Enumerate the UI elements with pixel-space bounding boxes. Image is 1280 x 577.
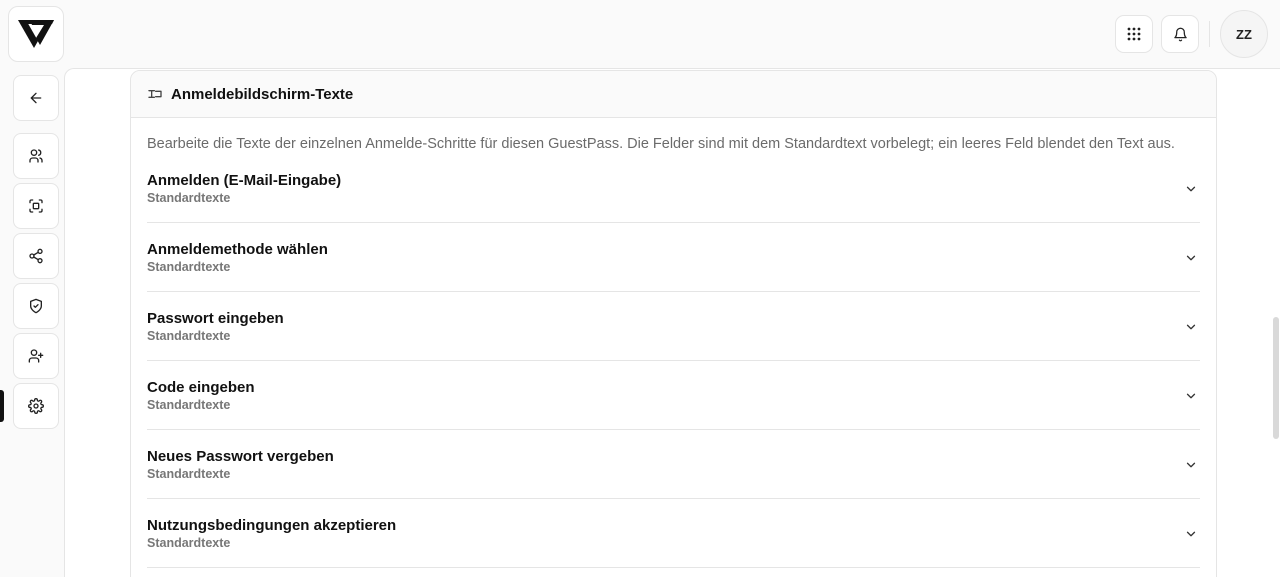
sidebar-item-users[interactable] bbox=[13, 133, 59, 179]
top-actions: ZZ bbox=[1115, 10, 1268, 58]
main-content: Anmeldebildschirm-Texte Bearbeite die Te… bbox=[64, 68, 1280, 577]
back-button[interactable] bbox=[13, 75, 59, 121]
chevron-down-icon[interactable] bbox=[1184, 389, 1198, 403]
gear-icon bbox=[28, 398, 44, 414]
notifications-button[interactable] bbox=[1161, 15, 1199, 53]
section-subtitle: Standardtexte bbox=[147, 191, 231, 205]
section-title: Neues Passwort vergeben bbox=[147, 448, 334, 465]
apps-grid-button[interactable] bbox=[1115, 15, 1153, 53]
text-cursor-icon bbox=[148, 89, 162, 98]
avatar[interactable]: ZZ bbox=[1220, 10, 1268, 58]
section-subtitle: Standardtexte bbox=[147, 260, 231, 274]
sidebar bbox=[0, 68, 64, 577]
grid-icon bbox=[1127, 27, 1141, 41]
section-title: Anmeldemethode wählen bbox=[147, 241, 328, 258]
bell-icon bbox=[1173, 27, 1187, 41]
section-title: Nutzungsbedingungen akzeptieren bbox=[147, 517, 397, 534]
section-login-method[interactable]: Anmeldemethode wählen Standardtexte bbox=[147, 223, 1200, 292]
section-title: Passwort eingeben bbox=[147, 310, 284, 327]
card-header: Anmeldebildschirm-Texte bbox=[131, 71, 1216, 118]
sidebar-item-scan[interactable] bbox=[13, 183, 59, 229]
section-terms[interactable]: Nutzungsbedingungen akzeptieren Standard… bbox=[147, 499, 1200, 568]
card-title: Anmeldebildschirm-Texte bbox=[171, 85, 354, 103]
scan-face-icon bbox=[29, 199, 43, 213]
sidebar-item-security[interactable] bbox=[13, 283, 59, 329]
sidebar-item-invite[interactable] bbox=[13, 333, 59, 379]
section-subtitle: Standardtexte bbox=[147, 329, 231, 343]
section-new-password[interactable]: Neues Passwort vergeben Standardtexte bbox=[147, 430, 1200, 499]
chevron-down-icon[interactable] bbox=[1184, 527, 1198, 541]
section-password[interactable]: Passwort eingeben Standardtexte bbox=[147, 292, 1200, 361]
active-indicator bbox=[0, 390, 4, 422]
section-code[interactable]: Code eingeben Standardtexte bbox=[147, 361, 1200, 430]
card-body: Bearbeite die Texte der einzelnen Anmeld… bbox=[131, 118, 1216, 568]
chevron-down-icon[interactable] bbox=[1184, 182, 1198, 196]
section-subtitle: Standardtexte bbox=[147, 398, 231, 412]
topbar-divider bbox=[1209, 21, 1210, 47]
sidebar-item-share[interactable] bbox=[13, 233, 59, 279]
arrow-left-icon bbox=[30, 92, 42, 104]
chevron-down-icon[interactable] bbox=[1184, 251, 1198, 265]
card-description: Bearbeite die Texte der einzelnen Anmeld… bbox=[147, 136, 1175, 152]
section-title: Anmelden (E-Mail-Eingabe) bbox=[147, 172, 342, 189]
chevron-down-icon[interactable] bbox=[1184, 320, 1198, 334]
shield-check-icon bbox=[30, 298, 42, 314]
sidebar-item-settings[interactable] bbox=[13, 383, 59, 429]
top-bar: ZZ bbox=[0, 0, 1280, 68]
login-texts-card: Anmeldebildschirm-Texte Bearbeite die Te… bbox=[130, 70, 1217, 577]
section-subtitle: Standardtexte bbox=[147, 467, 231, 481]
app-logo[interactable] bbox=[8, 6, 64, 62]
share-icon bbox=[29, 248, 43, 264]
section-title: Code eingeben bbox=[147, 379, 255, 396]
section-subtitle: Standardtexte bbox=[147, 536, 231, 550]
section-login-email[interactable]: Anmelden (E-Mail-Eingabe) Standardtexte bbox=[147, 154, 1200, 223]
users-icon bbox=[29, 149, 43, 163]
chevron-down-icon[interactable] bbox=[1184, 458, 1198, 472]
logo-icon bbox=[18, 20, 54, 48]
user-plus-icon bbox=[28, 349, 44, 363]
scrollbar-thumb[interactable] bbox=[1273, 317, 1279, 439]
